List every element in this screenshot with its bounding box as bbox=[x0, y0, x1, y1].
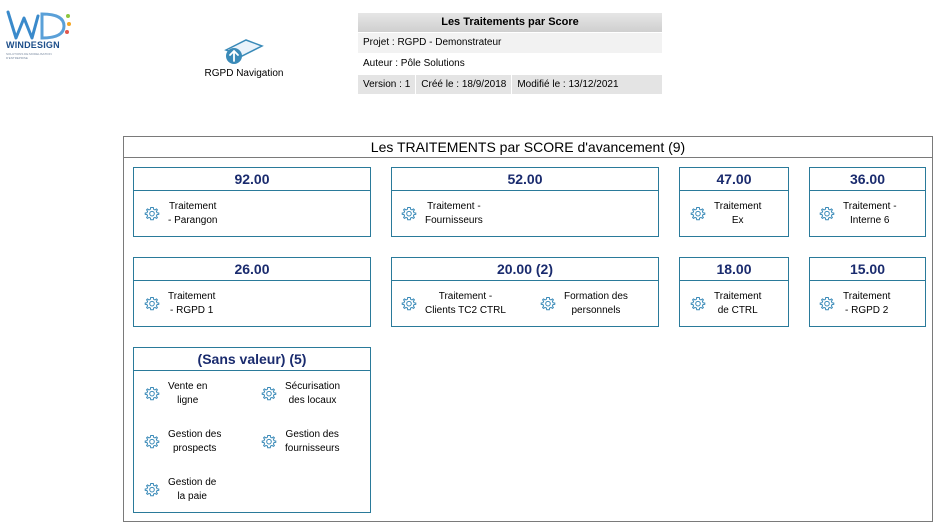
card-score: 18.00 bbox=[680, 258, 788, 281]
info-meta: Version : 1 Créé le : 18/9/2018 Modifié … bbox=[358, 74, 662, 94]
rgpd-navigation-link[interactable]: RGPD Navigation bbox=[196, 36, 292, 79]
gear-icon bbox=[819, 207, 835, 221]
treatment-item[interactable]: Sécurisation des locaux bbox=[261, 380, 340, 408]
treatment-item[interactable]: Traitement - Parangon bbox=[144, 200, 217, 228]
panel-title: Les TRAITEMENTS par SCORE d'avancement (… bbox=[124, 137, 932, 158]
treatment-label: Traitement - Parangon bbox=[168, 201, 218, 226]
treatment-item[interactable]: Traitement - RGPD 2 bbox=[819, 290, 890, 318]
logo-tagline: SOLUTIONS DE MODELISATION D'ENTREPRISE bbox=[6, 52, 52, 60]
gear-icon bbox=[401, 297, 417, 311]
info-title: Les Traitements par Score bbox=[358, 13, 662, 32]
treatment-item[interactable]: Gestion des fournisseurs bbox=[261, 428, 339, 456]
treatment-label: Traitement - Clients TC2 CTRL bbox=[425, 291, 506, 316]
gear-icon bbox=[401, 207, 417, 221]
card-score: (Sans valeur) (5) bbox=[134, 348, 370, 371]
gear-icon bbox=[144, 207, 160, 221]
card-score: 26.00 bbox=[134, 258, 370, 281]
gear-icon bbox=[690, 297, 706, 311]
treatment-label: Gestion de la paie bbox=[168, 477, 217, 502]
info-created: Créé le : 18/9/2018 bbox=[416, 75, 513, 94]
treatment-item[interactable]: Traitement - Interne 6 bbox=[819, 200, 897, 228]
score-card: 52.00 Traitement - Fournisseurs bbox=[391, 167, 659, 237]
treatment-item[interactable]: Traitement de CTRL bbox=[690, 290, 761, 318]
treatment-item[interactable]: Gestion des prospects bbox=[144, 428, 221, 456]
diagram-info-header: Les Traitements par Score Projet : RGPD … bbox=[358, 13, 662, 94]
gear-icon bbox=[261, 435, 277, 449]
gear-icon bbox=[819, 297, 835, 311]
score-card: 26.00 Traitement - RGPD 1 bbox=[133, 257, 371, 327]
treatment-item[interactable]: Formation des personnels bbox=[540, 290, 628, 318]
score-card: 92.00 Traitement - Parangon bbox=[133, 167, 371, 237]
treatment-label: Traitement - Interne 6 bbox=[843, 201, 897, 226]
score-card: 47.00 Traitement Ex bbox=[679, 167, 789, 237]
treatment-label: Formation des personnels bbox=[564, 291, 628, 316]
score-card: 15.00 Traitement - RGPD 2 bbox=[809, 257, 926, 327]
logo-mark-icon bbox=[6, 10, 71, 40]
gear-icon bbox=[690, 207, 706, 221]
treatment-item[interactable]: Gestion de la paie bbox=[144, 476, 216, 504]
card-score: 52.00 bbox=[392, 168, 658, 191]
logo-brand-win: WIN bbox=[6, 40, 25, 50]
navigation-icon bbox=[224, 39, 264, 64]
gear-icon bbox=[261, 387, 277, 401]
info-author: Auteur : Pôle Solutions bbox=[358, 53, 662, 74]
info-project: Projet : RGPD - Demonstrateur bbox=[358, 32, 662, 53]
treatment-label: Traitement de CTRL bbox=[714, 291, 762, 316]
score-card: 18.00 Traitement de CTRL bbox=[679, 257, 789, 327]
logo-brand: WINDESIGN bbox=[6, 40, 60, 50]
card-score: 36.00 bbox=[810, 168, 925, 191]
gear-icon bbox=[144, 483, 160, 497]
treatment-label: Traitement Ex bbox=[714, 201, 762, 226]
treatment-item[interactable]: Traitement - Clients TC2 CTRL bbox=[401, 290, 506, 318]
treatment-label: Sécurisation des locaux bbox=[285, 381, 341, 406]
treatment-label: Gestion des fournisseurs bbox=[285, 429, 340, 454]
treatment-label: Traitement - RGPD 1 bbox=[168, 291, 216, 316]
treatment-label: Traitement - RGPD 2 bbox=[843, 291, 891, 316]
gear-icon bbox=[144, 387, 160, 401]
treatment-item[interactable]: Vente en ligne bbox=[144, 380, 207, 408]
treatment-item[interactable]: Traitement Ex bbox=[690, 200, 761, 228]
treatment-label: Traitement - Fournisseurs bbox=[425, 201, 483, 226]
treatment-label: Gestion des prospects bbox=[168, 429, 222, 454]
navigation-label: RGPD Navigation bbox=[204, 68, 284, 79]
windesign-logo: WINDESIGN SOLUTIONS DE MODELISATION D'EN… bbox=[6, 8, 72, 60]
info-version: Version : 1 bbox=[358, 75, 417, 94]
card-score: 92.00 bbox=[134, 168, 370, 191]
gear-icon bbox=[144, 435, 160, 449]
score-card: 36.00 Traitement - Interne 6 bbox=[809, 167, 926, 237]
logo-brand-design: DESIGN bbox=[24, 40, 60, 50]
score-card: (Sans valeur) (5) Vente en ligne Sécurisa… bbox=[133, 347, 371, 513]
card-score: 20.00 (2) bbox=[392, 258, 658, 281]
gear-icon bbox=[540, 297, 556, 311]
info-modified: Modifié le : 13/12/2021 bbox=[517, 79, 619, 90]
treatment-item[interactable]: Traitement - Fournisseurs bbox=[401, 200, 483, 228]
card-score: 47.00 bbox=[680, 168, 788, 191]
gear-icon bbox=[144, 297, 160, 311]
treatment-label: Vente en ligne bbox=[168, 381, 208, 406]
treatment-item[interactable]: Traitement - RGPD 1 bbox=[144, 290, 215, 318]
card-score: 15.00 bbox=[810, 258, 925, 281]
score-card: 20.00 (2) Traitement - Clients TC2 CTRL F… bbox=[391, 257, 659, 327]
